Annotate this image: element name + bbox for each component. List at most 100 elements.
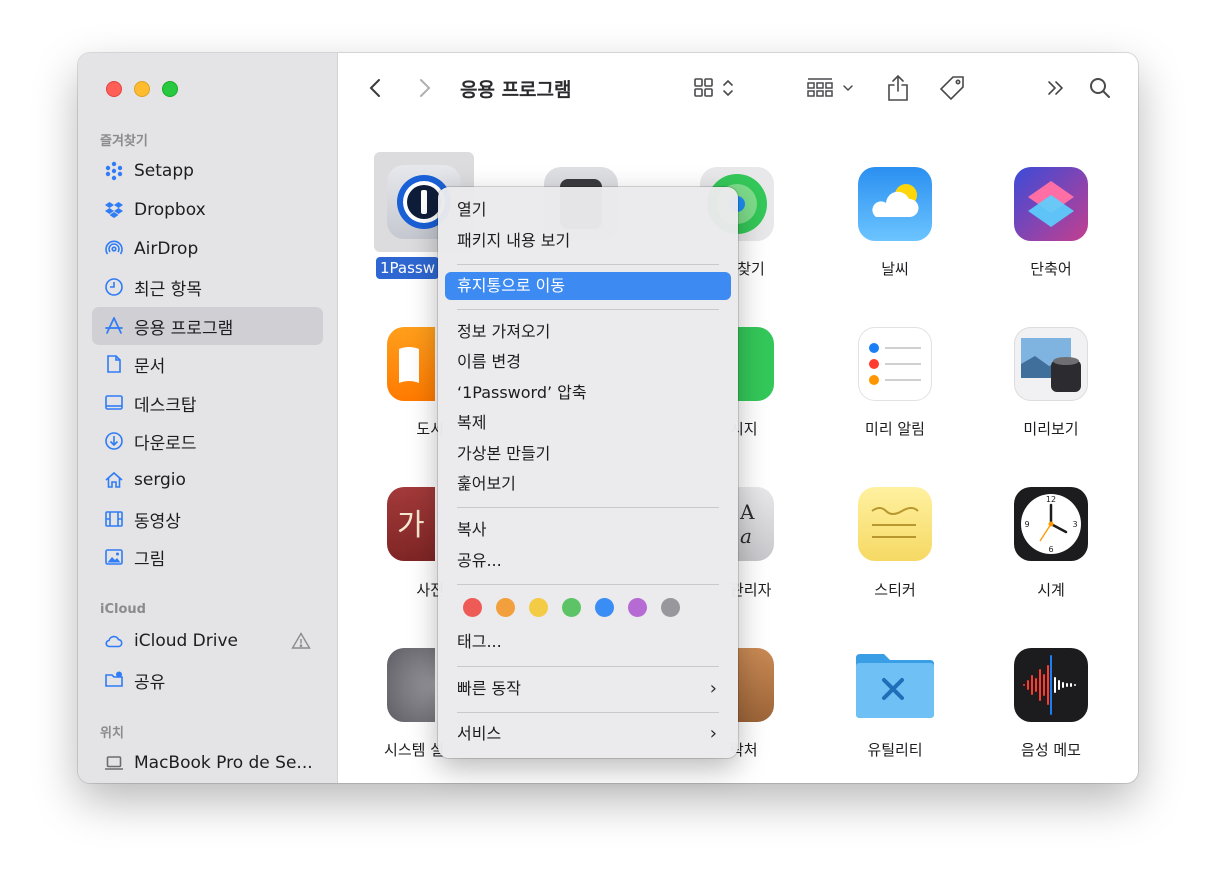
menu-separator <box>457 712 719 713</box>
menu-item-compress[interactable]: ‘1Password’ 압축 <box>445 379 731 407</box>
sidebar-item-label: 다운로드 <box>134 433 197 454</box>
preview-app-icon[interactable] <box>1014 327 1088 401</box>
menu-item-quick-actions[interactable]: 빠른 동작 › <box>445 675 731 703</box>
context-menu: 열기 패키지 내용 보기 휴지통으로 이동 정보 가져오기 이름 변경 ‘1Pa… <box>438 187 738 758</box>
menu-item-tags[interactable]: 태그... <box>445 628 731 656</box>
stickies-app-icon[interactable] <box>858 487 932 561</box>
menu-item-copy[interactable]: 복사 <box>445 516 731 544</box>
chevron-right-icon: › <box>709 723 717 744</box>
setapp-icon <box>104 161 124 181</box>
dropbox-icon <box>104 200 124 220</box>
svg-text:a: a <box>740 524 752 548</box>
chevron-right-icon: › <box>709 678 717 699</box>
file-label: 사전 <box>416 581 444 599</box>
font-book-app-icon[interactable]: Aa <box>738 487 774 561</box>
dictionary-app-icon[interactable]: 가 <box>387 487 435 561</box>
sidebar-item-dropbox[interactable]: Dropbox <box>92 191 323 229</box>
warning-icon[interactable] <box>291 631 311 651</box>
menu-item-share[interactable]: 공유... <box>445 547 731 575</box>
messages-app-icon[interactable] <box>738 327 774 401</box>
minimize-button[interactable] <box>134 81 150 97</box>
sidebar-item-desktop[interactable]: 데스크탑 <box>92 384 323 422</box>
menu-item-show-package-contents[interactable]: 패키지 내용 보기 <box>445 227 731 255</box>
sidebar-item-setapp[interactable]: Setapp <box>92 152 323 190</box>
search-button[interactable] <box>1086 73 1114 103</box>
books-app-icon[interactable] <box>387 327 435 401</box>
group-button[interactable] <box>806 73 858 103</box>
sidebar-item-downloads[interactable]: 다운로드 <box>92 422 323 460</box>
view-mode-button[interactable] <box>692 73 740 103</box>
system-settings-app-icon[interactable] <box>387 648 435 722</box>
file-label: 시계 <box>1037 581 1065 599</box>
tag-color-green[interactable] <box>562 598 581 617</box>
icloud-header: iCloud <box>100 602 146 617</box>
shortcuts-app-icon[interactable] <box>1014 167 1088 241</box>
utilities-folder-icon[interactable] <box>854 648 936 722</box>
sidebar-item-documents[interactable]: 문서 <box>92 345 323 383</box>
tag-color-orange[interactable] <box>496 598 515 617</box>
more-toolbar-button[interactable] <box>1044 73 1068 103</box>
menu-item-move-to-trash[interactable]: 휴지통으로 이동 <box>445 272 731 300</box>
sidebar-item-recents[interactable]: 최근 항목 <box>92 268 323 306</box>
reminders-app-icon[interactable] <box>858 327 932 401</box>
sidebar-item-label: Dropbox <box>134 200 206 220</box>
locations-header: 위치 <box>100 726 124 741</box>
menu-item-duplicate[interactable]: 복제 <box>445 409 731 437</box>
search-icon <box>1090 78 1110 98</box>
zoom-button[interactable] <box>162 81 178 97</box>
tag-color-yellow[interactable] <box>529 598 548 617</box>
sidebar-item-applications[interactable]: 응용 프로그램 <box>92 307 323 345</box>
back-button[interactable] <box>364 73 386 103</box>
sidebar-item-label: AirDrop <box>134 239 199 259</box>
menu-separator <box>457 507 719 508</box>
svg-text:9: 9 <box>1024 520 1029 529</box>
sidebar-item-airdrop[interactable]: AirDrop <box>92 230 323 268</box>
share-button[interactable] <box>884 73 912 103</box>
weather-app-icon[interactable] <box>858 167 932 241</box>
file-label: 스티커 <box>874 581 916 599</box>
cloud-icon <box>104 631 124 651</box>
sidebar-item-icloud-drive[interactable]: iCloud Drive <box>92 622 323 660</box>
tag-color-red[interactable] <box>463 598 482 617</box>
download-icon <box>104 431 124 451</box>
sidebar-item-shared[interactable]: 공유 <box>92 661 323 699</box>
tag-color-blue[interactable] <box>595 598 614 617</box>
close-button[interactable] <box>106 81 122 97</box>
selected-item-label[interactable]: 1Passw <box>376 257 440 279</box>
applications-icon <box>104 316 124 336</box>
sidebar-item-label: 응용 프로그램 <box>134 318 234 339</box>
desktop-icon <box>104 393 124 413</box>
tag-color-gray[interactable] <box>661 598 680 617</box>
sidebar-item-movies[interactable]: 동영상 <box>92 500 323 538</box>
clock-app-icon[interactable]: 12 3 6 9 <box>1014 487 1088 561</box>
menu-separator <box>457 264 719 265</box>
sidebar-item-macbook[interactable]: MacBook Pro de Se... <box>92 744 323 782</box>
window-title: 응용 프로그램 <box>460 79 572 101</box>
photo-icon <box>104 547 124 567</box>
file-label: 도서 <box>416 420 444 438</box>
sidebar-item-home[interactable]: sergio <box>92 461 323 499</box>
menu-item-make-alias[interactable]: 가상본 만들기 <box>445 440 731 468</box>
tag-button[interactable] <box>936 73 968 103</box>
file-label: 관리자 <box>730 581 772 599</box>
sidebar-item-label: sergio <box>134 470 186 490</box>
toolbar: 응용 프로그램 <box>338 53 1138 125</box>
file-label: 유틸리티 <box>867 741 923 759</box>
forward-button[interactable] <box>414 73 436 103</box>
laptop-icon <box>104 753 124 773</box>
menu-separator <box>457 584 719 585</box>
menu-item-get-info[interactable]: 정보 가져오기 <box>445 318 731 346</box>
menu-item-label: 빠른 동작 <box>457 679 521 698</box>
file-label: 단축어 <box>1030 260 1072 278</box>
menu-item-services[interactable]: 서비스 › <box>445 720 731 748</box>
menu-item-open[interactable]: 열기 <box>445 196 731 224</box>
svg-text:3: 3 <box>1072 520 1077 529</box>
file-label: 시스템 설 <box>384 741 444 759</box>
tag-color-purple[interactable] <box>628 598 647 617</box>
shared-folder-icon <box>104 670 124 690</box>
menu-item-rename[interactable]: 이름 변경 <box>445 348 731 376</box>
menu-item-quick-look[interactable]: 훑어보기 <box>445 470 731 498</box>
contacts-app-icon[interactable] <box>738 648 774 722</box>
voice-memos-app-icon[interactable] <box>1014 648 1088 722</box>
sidebar-item-pictures[interactable]: 그림 <box>92 538 323 576</box>
